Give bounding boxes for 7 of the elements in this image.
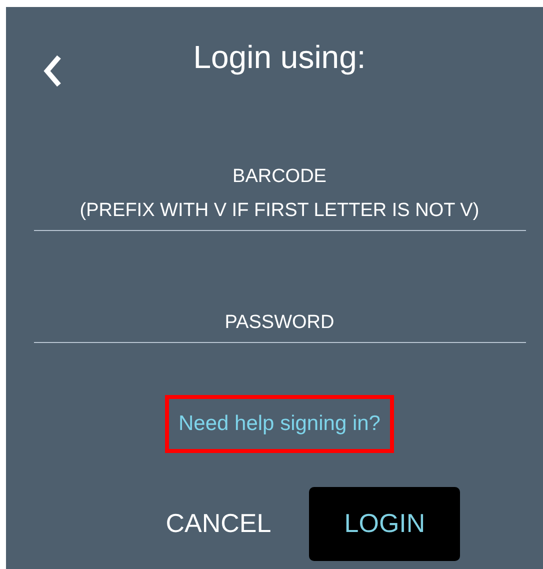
chevron-left-icon: [43, 54, 63, 88]
dialog-title: Login using:: [193, 38, 366, 77]
cancel-button[interactable]: CANCEL: [164, 486, 274, 560]
login-button[interactable]: LOGIN: [309, 486, 460, 560]
input-field[interactable]: BARCODE (PREFIX WITH V IF FIRST LETTER IS NOT V): [34, 160, 526, 231]
help-link[interactable]: Need help signing in?: [164, 395, 394, 452]
input-field[interactable]: PASSWORD: [34, 306, 526, 343]
